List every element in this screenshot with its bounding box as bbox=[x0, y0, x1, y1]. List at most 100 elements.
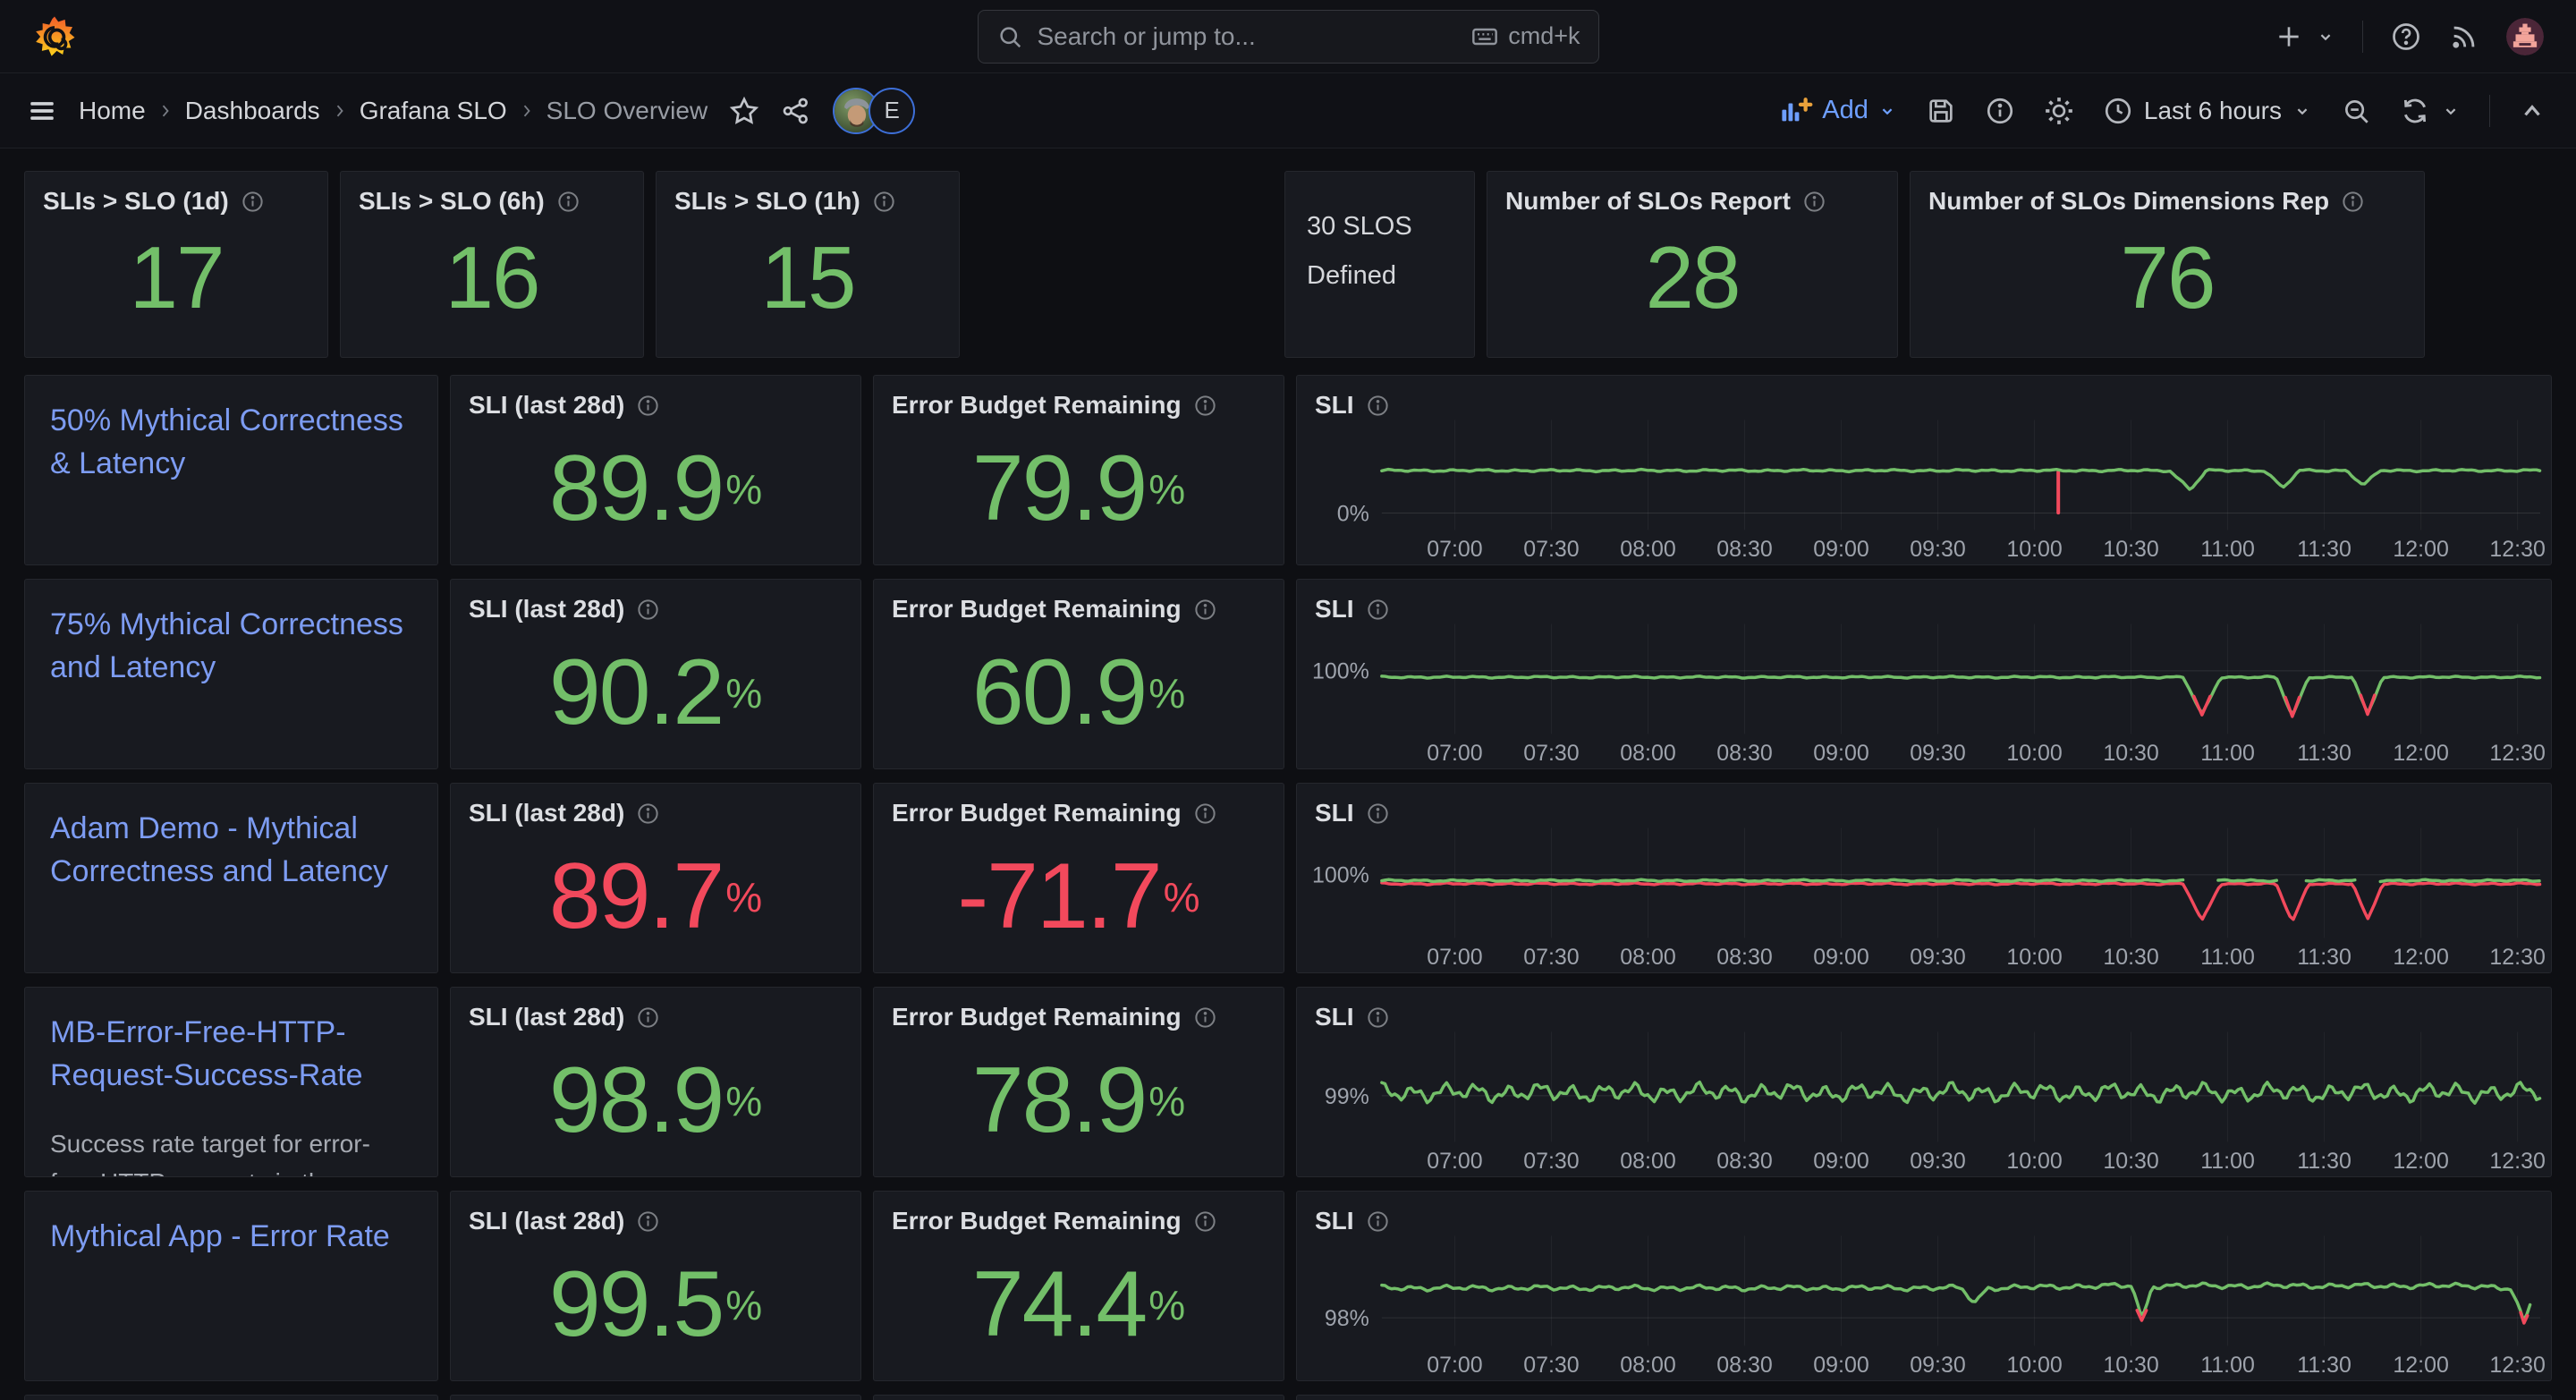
info-icon[interactable] bbox=[1366, 1005, 1390, 1030]
svg-text:08:00: 08:00 bbox=[1620, 741, 1675, 766]
panel-header[interactable]: Error Budget Remaining bbox=[874, 784, 1284, 827]
breadcrumb-dashboards[interactable]: Dashboards bbox=[185, 97, 320, 125]
error-budget-panel: Error Budget Remaining 78.9% bbox=[873, 987, 1284, 1177]
panel-header[interactable]: SLIs > SLO (1h) bbox=[657, 172, 959, 216]
new-button[interactable] bbox=[2275, 22, 2335, 51]
breadcrumb-home[interactable]: Home bbox=[79, 97, 146, 125]
svg-text:07:30: 07:30 bbox=[1523, 537, 1579, 562]
panel-header[interactable]: Number of SLOs Report bbox=[1487, 172, 1897, 216]
sli-chart-panel: SLI 07:0007:3008:0008:3009:0009:3010:001… bbox=[1296, 783, 2552, 973]
panel-header[interactable]: Error Budget Remaining bbox=[874, 580, 1284, 624]
info-icon[interactable] bbox=[636, 1005, 660, 1030]
info-icon[interactable] bbox=[1802, 190, 1826, 214]
info-icon[interactable] bbox=[2341, 190, 2365, 214]
panel-header[interactable]: SLI bbox=[1297, 580, 2551, 624]
info-icon[interactable] bbox=[636, 802, 660, 826]
panel-header[interactable]: SLI (last 28d) bbox=[451, 784, 860, 827]
info-icon[interactable] bbox=[1193, 598, 1217, 622]
panel-title: SLIs > SLO (1h) bbox=[674, 187, 860, 216]
panel-title: SLI bbox=[1315, 799, 1354, 827]
mega-menu-toggle[interactable] bbox=[27, 96, 57, 126]
info-icon[interactable] bbox=[1366, 1209, 1390, 1234]
breadcrumb-folder[interactable]: Grafana SLO bbox=[360, 97, 507, 125]
add-panel-button[interactable]: Add bbox=[1779, 96, 1897, 126]
chevron-down-icon bbox=[2292, 101, 2312, 121]
chevron-up-icon bbox=[2519, 98, 2546, 124]
slo-link[interactable]: 50% Mythical Correctness & Latency bbox=[50, 399, 412, 486]
info-icon[interactable] bbox=[872, 190, 896, 214]
stat-panel-slos-reporting: Number of SLOs Report 28 bbox=[1487, 171, 1898, 358]
panel-title: SLI (last 28d) bbox=[469, 1207, 624, 1235]
svg-text:11:30: 11:30 bbox=[2297, 1353, 2351, 1378]
share-button[interactable] bbox=[781, 96, 811, 126]
svg-text:11:30: 11:30 bbox=[2297, 741, 2351, 766]
slo-link[interactable]: 75% Mythical Correctness and Latency bbox=[50, 603, 412, 690]
refresh-button[interactable] bbox=[2400, 96, 2461, 126]
dashboard-insights-button[interactable] bbox=[1985, 96, 2015, 126]
panel-header[interactable]: SLI (last 28d) bbox=[451, 376, 860, 420]
panel-header[interactable]: SLI (last 28d) bbox=[451, 580, 860, 624]
svg-text:12:00: 12:00 bbox=[2393, 537, 2448, 562]
panel-header[interactable]: Error Budget Remaining bbox=[874, 988, 1284, 1031]
info-icon[interactable] bbox=[1193, 394, 1217, 418]
info-icon[interactable] bbox=[241, 190, 265, 214]
svg-text:10:00: 10:00 bbox=[2006, 945, 2062, 970]
svg-text:07:30: 07:30 bbox=[1523, 945, 1579, 970]
info-icon[interactable] bbox=[636, 394, 660, 418]
svg-text:10:30: 10:30 bbox=[2103, 1353, 2158, 1378]
info-icon[interactable] bbox=[1366, 802, 1390, 826]
grafana-logo-icon[interactable] bbox=[32, 13, 77, 60]
svg-text:10:30: 10:30 bbox=[2103, 537, 2158, 562]
profile-avatar[interactable] bbox=[2506, 18, 2544, 55]
gear-icon bbox=[2044, 96, 2074, 126]
kiosk-mode-button[interactable] bbox=[2519, 98, 2546, 124]
panel-header[interactable]: SLIs > SLO (1d) bbox=[25, 172, 327, 216]
info-icon[interactable] bbox=[1366, 598, 1390, 622]
panel-header[interactable]: SLI bbox=[1297, 988, 2551, 1031]
panel-header[interactable]: SLIs > SLO (6h) bbox=[341, 172, 643, 216]
svg-text:11:00: 11:00 bbox=[2200, 945, 2255, 970]
panel-header[interactable]: Number of SLOs Dimensions Rep bbox=[1911, 172, 2424, 216]
help-button[interactable] bbox=[2390, 21, 2422, 53]
slo-link[interactable]: Mythical App - Error Rate bbox=[50, 1215, 412, 1258]
panel-header[interactable]: SLI bbox=[1297, 784, 2551, 827]
panel-header[interactable]: SLI (last 28d) bbox=[451, 1192, 860, 1235]
panel-title: Error Budget Remaining bbox=[892, 595, 1182, 624]
slo-link[interactable]: Adam Demo - Mythical Correctness and Lat… bbox=[50, 807, 412, 894]
news-button[interactable] bbox=[2449, 21, 2479, 52]
svg-text:12:00: 12:00 bbox=[2393, 1353, 2448, 1378]
info-icon[interactable] bbox=[1366, 394, 1390, 418]
slo-name-panel: MB-Error-Free-HTTP-Request-Success-Rate … bbox=[24, 987, 438, 1177]
svg-text:09:30: 09:30 bbox=[1910, 537, 1965, 562]
zoom-out-time-button[interactable] bbox=[2341, 96, 2371, 126]
favorite-button[interactable] bbox=[729, 96, 759, 126]
presence-avatar[interactable]: E bbox=[869, 88, 915, 134]
info-icon[interactable] bbox=[636, 1209, 660, 1234]
panel-header[interactable]: Error Budget Remaining bbox=[874, 1192, 1284, 1235]
keyboard-icon bbox=[1470, 22, 1499, 51]
dashboard-settings-button[interactable] bbox=[2044, 96, 2074, 126]
info-icon[interactable] bbox=[556, 190, 580, 214]
svg-text:10:30: 10:30 bbox=[2103, 741, 2158, 766]
panel-header[interactable]: SLI (last 28d) bbox=[451, 988, 860, 1031]
search-input[interactable]: Search or jump to... cmd+k bbox=[978, 10, 1599, 64]
slo-link[interactable]: MB-Error-Free-HTTP-Request-Success-Rate bbox=[50, 1011, 412, 1098]
svg-text:100%: 100% bbox=[1312, 863, 1369, 888]
info-icon[interactable] bbox=[1193, 1005, 1217, 1030]
slo-row: Adam Demo - Mythical Correctness and Lat… bbox=[24, 783, 2552, 973]
rss-icon bbox=[2449, 21, 2479, 52]
slo-name-panel: Adam Demo - Mythical Correctness and Lat… bbox=[24, 783, 438, 973]
slos-defined-text-panel: 30 SLOS Defined bbox=[1284, 171, 1475, 358]
refresh-icon bbox=[2400, 96, 2430, 126]
panel-header[interactable]: SLI bbox=[1297, 1192, 2551, 1235]
stat-panel-slo-1d: SLIs > SLO (1d) 17 bbox=[24, 171, 328, 358]
info-icon[interactable] bbox=[636, 598, 660, 622]
panel-header[interactable]: SLI bbox=[1297, 376, 2551, 420]
time-range-picker[interactable]: Last 6 hours bbox=[2103, 96, 2312, 126]
svg-text:12:30: 12:30 bbox=[2489, 945, 2545, 970]
save-dashboard-button[interactable] bbox=[1926, 96, 1956, 126]
info-icon[interactable] bbox=[1193, 802, 1217, 826]
panel-header[interactable]: Error Budget Remaining bbox=[874, 376, 1284, 420]
panel-title: Number of SLOs Report bbox=[1505, 187, 1791, 216]
info-icon[interactable] bbox=[1193, 1209, 1217, 1234]
